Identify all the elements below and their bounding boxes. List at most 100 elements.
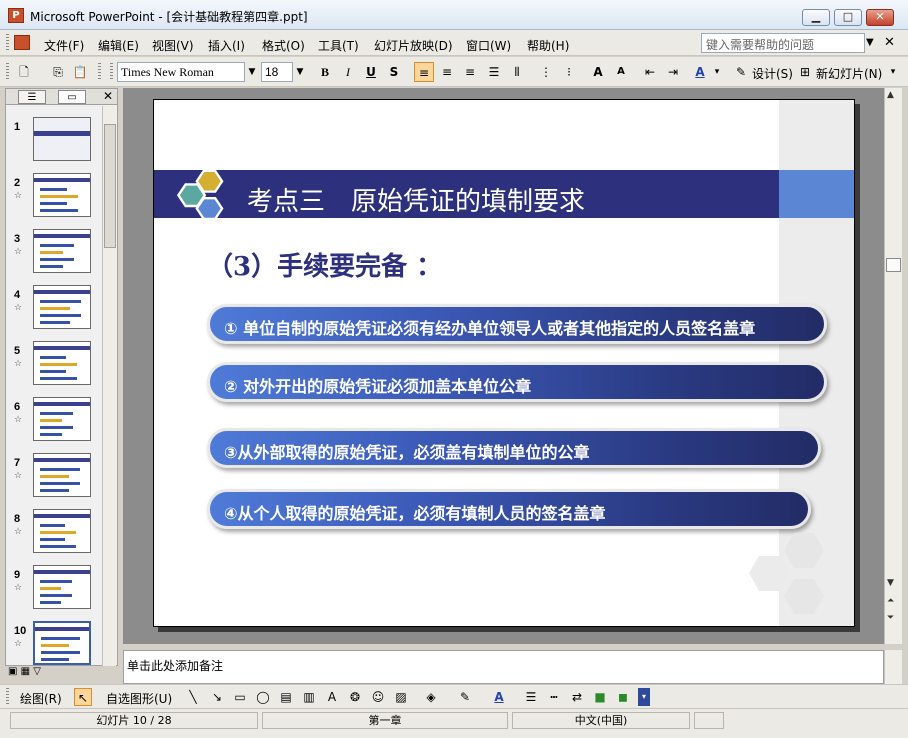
menu-edit[interactable]: 编辑(E) — [98, 37, 139, 54]
slideshow-view-icon[interactable]: ▽ — [33, 666, 41, 677]
panel-scrollbar[interactable] — [102, 106, 116, 666]
outline-tab[interactable]: ☰ — [18, 90, 46, 104]
menu-file[interactable]: 文件(F) — [44, 37, 84, 54]
document-close-icon[interactable]: ✕ — [884, 35, 895, 50]
toolbar-options-icon[interactable]: ▾ — [886, 62, 900, 82]
textbox-icon[interactable]: ▤ — [277, 688, 295, 706]
menu-view[interactable]: 视图(V) — [152, 37, 194, 54]
line-color-icon[interactable]: ✎ — [456, 688, 474, 706]
numbered-list-icon[interactable]: ⋮ — [536, 62, 556, 82]
font-size-select[interactable]: 18 — [261, 62, 293, 82]
slide-thumbnail-row[interactable]: 9 ☆ — [6, 565, 102, 617]
close-button[interactable]: ✕ — [866, 9, 894, 26]
autoshapes-button[interactable]: 自选图形(U) — [106, 690, 172, 707]
distribute-icon[interactable]: ⫴ — [507, 62, 527, 82]
slide-canvas[interactable]: 考点三 原始凭证的填制要求 （3）手续要完备 ： ① 单位自制的原始凭证必须有经… — [153, 99, 855, 627]
toolbar-grip[interactable] — [110, 63, 113, 81]
bullet-list-icon[interactable]: ⁝ — [559, 62, 579, 82]
sorter-view-icon[interactable]: ▦ — [21, 666, 30, 677]
notes-scrollbar[interactable] — [884, 650, 902, 684]
align-right-icon[interactable]: ≡ — [460, 62, 480, 82]
3d-style-icon[interactable]: ◼ — [614, 688, 632, 706]
shadow-button[interactable]: S — [384, 62, 404, 82]
requirement-item-3[interactable]: ③从外部取得的原始凭证，必须盖有填制单位的公章 — [207, 428, 821, 468]
toolbar-grip[interactable] — [6, 34, 9, 52]
slide-thumbnail-row[interactable]: 3 ☆ — [6, 229, 102, 281]
next-slide-icon[interactable]: ⏷ — [887, 613, 894, 623]
scroll-up-icon[interactable]: ▲ — [887, 90, 894, 100]
slide-thumbnail-row[interactable]: 5 ☆ — [6, 341, 102, 393]
slide-subtitle[interactable]: （3）手续要完备 ： — [207, 246, 442, 283]
menu-format[interactable]: 格式(O) — [262, 37, 305, 54]
slide-scrollbar[interactable]: ▲ ▼ ⏶ ⏷ — [884, 88, 902, 644]
font-name-select[interactable]: Times New Roman — [117, 62, 245, 82]
select-pointer-icon[interactable]: ↖ — [74, 688, 92, 706]
menu-insert[interactable]: 插入(I) — [208, 37, 245, 54]
picture-icon[interactable]: ▨ — [392, 688, 410, 706]
slide-thumbnail[interactable] — [33, 509, 91, 553]
justify-icon[interactable]: ☰ — [484, 62, 504, 82]
fill-color-icon[interactable]: ◈ — [422, 688, 440, 706]
diagram-icon[interactable]: ❂ — [346, 688, 364, 706]
font-color-icon[interactable]: A — [690, 62, 710, 82]
chevron-down-icon[interactable]: ▼ — [245, 62, 259, 82]
menu-slideshow[interactable]: 幻灯片放映(D) — [374, 37, 453, 54]
toolbar-options-icon[interactable]: ▾ — [638, 688, 650, 706]
slide-thumbnail-row[interactable]: 1 — [6, 117, 102, 169]
document-icon[interactable] — [14, 35, 30, 50]
minimize-button[interactable]: ▁ — [802, 9, 830, 26]
scroll-down-icon[interactable]: ▼ — [887, 578, 894, 588]
bold-button[interactable]: B — [315, 62, 335, 82]
previous-slide-icon[interactable]: ⏶ — [887, 596, 894, 606]
increase-indent-icon[interactable]: ⇥ — [663, 62, 683, 82]
slide-thumbnail[interactable] — [33, 229, 91, 273]
chevron-down-icon[interactable]: ▾ — [710, 62, 724, 82]
decrease-font-icon[interactable]: A — [611, 62, 631, 82]
slide-thumbnail[interactable] — [33, 621, 91, 665]
oval-icon[interactable]: ◯ — [254, 688, 272, 706]
increase-font-icon[interactable]: A — [588, 62, 608, 82]
design-button[interactable]: 设计(S) — [752, 65, 793, 82]
menu-window[interactable]: 窗口(W) — [466, 37, 511, 54]
chevron-down-icon[interactable]: ▼ — [293, 62, 307, 82]
vertical-textbox-icon[interactable]: ▥ — [300, 688, 318, 706]
menu-tools[interactable]: 工具(T) — [318, 37, 359, 54]
slides-tab[interactable]: ▭ — [58, 90, 86, 104]
arrow-icon[interactable]: ↘ — [208, 688, 226, 706]
shadow-style-icon[interactable]: ■ — [591, 688, 609, 706]
slide-thumbnail[interactable] — [33, 341, 91, 385]
requirement-item-1[interactable]: ① 单位自制的原始凭证必须有经办单位领导人或者其他指定的人员签名盖章 — [207, 304, 827, 344]
dash-style-icon[interactable]: ┅ — [545, 688, 563, 706]
line-icon[interactable]: ╲ — [184, 688, 202, 706]
scroll-thumb[interactable] — [104, 124, 116, 248]
rectangle-icon[interactable]: ▭ — [231, 688, 249, 706]
maximize-button[interactable]: □ — [834, 9, 862, 26]
underline-button[interactable]: U — [361, 62, 381, 82]
close-panel-icon[interactable]: ✕ — [103, 89, 113, 103]
slide-thumbnail[interactable] — [33, 285, 91, 329]
normal-view-icon[interactable]: ▣ — [8, 666, 17, 677]
requirement-item-4[interactable]: ④从个人取得的原始凭证，必须有填制人员的签名盖章 — [207, 489, 811, 529]
toolbar-grip[interactable] — [98, 63, 101, 81]
italic-button[interactable]: I — [338, 62, 358, 82]
slide-thumbnail[interactable] — [33, 117, 91, 161]
slide-thumbnail-row[interactable]: 4 ☆ — [6, 285, 102, 337]
slide-thumbnail[interactable] — [33, 397, 91, 441]
align-center-icon[interactable]: ≡ — [437, 62, 457, 82]
decrease-indent-icon[interactable]: ⇤ — [640, 62, 660, 82]
toolbar-grip[interactable] — [6, 63, 9, 81]
slide-thumbnail[interactable] — [33, 173, 91, 217]
requirement-item-2[interactable]: ② 对外开出的原始凭证必须加盖本单位公章 — [207, 362, 827, 402]
wordart-icon[interactable]: A — [323, 688, 341, 706]
arrow-style-icon[interactable]: ⇄ — [568, 688, 586, 706]
help-dropdown-icon[interactable]: ▼ — [866, 37, 874, 48]
toolbar-grip[interactable] — [6, 688, 9, 706]
scroll-thumb[interactable] — [886, 258, 901, 272]
line-style-icon[interactable]: ☰ — [522, 688, 540, 706]
align-left-icon[interactable]: ≡ — [414, 62, 434, 82]
font-color-icon[interactable]: A — [490, 688, 508, 706]
clipart-icon[interactable]: ☺ — [369, 688, 387, 706]
paste-icon[interactable]: 📋 — [70, 62, 90, 82]
slide-title[interactable]: 考点三 原始凭证的填制要求 — [247, 181, 585, 218]
new-slide-icon[interactable]: ⊞ — [795, 62, 815, 82]
